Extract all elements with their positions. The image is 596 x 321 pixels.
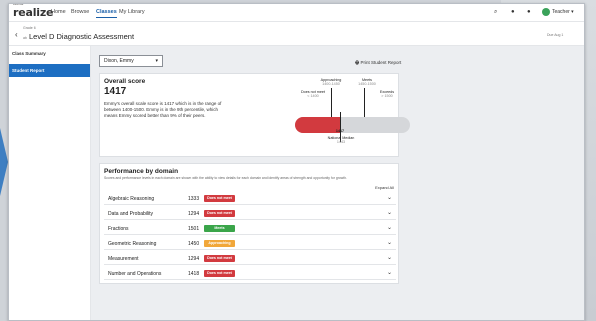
breadcrumb[interactable]: Grade 6 <box>23 26 36 30</box>
chevron-down-icon[interactable]: ⌄ <box>387 269 392 276</box>
status-badge: Meets <box>204 225 235 232</box>
domain-row[interactable]: Algebraic Reasoning 1333 Does not meet ⌄ <box>104 192 396 205</box>
performance-title: Performance by domain <box>104 168 179 175</box>
domain-row[interactable]: Data and Probability 1294 Does not meet … <box>104 207 396 220</box>
expand-all-link[interactable]: Expand All <box>375 185 394 190</box>
notifications-icon[interactable]: ● <box>511 9 515 15</box>
meets-tick <box>364 88 365 117</box>
page-header: ‹ Grade 6 ab Level D Diagnostic Assessme… <box>9 22 584 46</box>
avatar[interactable] <box>542 8 550 16</box>
status-badge: Does not meet <box>204 210 235 217</box>
score-range-bar <box>295 117 410 133</box>
printer-icon: 🖶 <box>355 60 360 65</box>
approaching-label: Approaching 1400-1450 <box>320 78 342 86</box>
nav-my-library[interactable]: My Library <box>119 9 145 15</box>
sidebar-item-student-report[interactable]: Student Report <box>9 64 90 77</box>
overall-score-description: Emmy's overall scale score is 1417 which… <box>104 101 222 118</box>
user-menu[interactable]: Teacher ▾ <box>552 9 574 15</box>
domain-row[interactable]: Fractions 1501 Meets ⌄ <box>104 222 396 235</box>
page-title: ab Level D Diagnostic Assessment <box>23 32 135 41</box>
approaching-tick <box>331 88 332 117</box>
nav-classes[interactable]: Classes <box>96 9 117 18</box>
national-median-label: National Median 1443 <box>327 136 355 144</box>
nav-home[interactable]: Home <box>51 9 66 15</box>
chevron-down-icon[interactable]: ⌄ <box>387 194 392 201</box>
chevron-down-icon[interactable]: ⌄ <box>387 224 392 231</box>
status-badge: Does not meet <box>204 270 235 277</box>
status-badge: Does not meet <box>204 255 235 262</box>
chevron-down-icon[interactable]: ⌄ <box>387 239 392 246</box>
status-badge: Approaching <box>204 240 235 247</box>
slide-arrow-decoration <box>0 128 8 196</box>
sidebar: Class Summary Student Report <box>9 46 91 320</box>
print-student-report-link[interactable]: 🖶 Print Student Report <box>355 59 401 67</box>
student-score-marker-label: 1417 <box>335 129 345 133</box>
meets-label: Meets 1450-1500 <box>358 78 376 86</box>
app-window: savvas realize Home Browse Classes My Li… <box>8 3 585 321</box>
domain-row[interactable]: Number and Operations 1418 Does not meet… <box>104 267 396 280</box>
performance-description: Scores and performance levels in each do… <box>104 176 347 180</box>
savvas-wordmark: savvas <box>13 3 24 6</box>
student-select[interactable]: Dixon, Emmy ▾ <box>99 55 163 67</box>
back-arrow-icon[interactable]: ‹ <box>15 30 18 39</box>
overall-score-value: 1417 <box>104 86 127 97</box>
does-not-meet-label: Does not meet < 1400 <box>301 90 325 98</box>
performance-by-domain-card: Performance by domain Scores and perform… <box>99 163 399 284</box>
search-icon[interactable]: ⌕ <box>494 9 497 16</box>
domain-row[interactable]: Measurement 1294 Does not meet ⌄ <box>104 252 396 265</box>
chevron-down-icon[interactable]: ⌄ <box>387 254 392 261</box>
chevron-down-icon: ▾ <box>155 58 158 64</box>
top-navigation-bar: savvas realize Home Browse Classes My Li… <box>9 4 584 22</box>
main-content: Dixon, Emmy ▾ 🖶 Print Student Report Ove… <box>91 46 584 320</box>
status-badge: Does not meet <box>204 195 235 202</box>
page-title-prefix: ab <box>23 36 27 40</box>
overall-score-title: Overall score <box>104 78 146 85</box>
nav-browse[interactable]: Browse <box>71 9 89 15</box>
exceeds-label: Exceeds > 1500 <box>379 90 395 98</box>
realize-logo[interactable]: savvas realize <box>13 3 54 19</box>
help-icon[interactable]: ● <box>527 9 531 15</box>
due-date: Due Aug 1 <box>547 33 564 37</box>
domain-row[interactable]: Geometric Reasoning 1450 Approaching ⌄ <box>104 237 396 250</box>
sidebar-item-class-summary[interactable]: Class Summary <box>9 47 90 60</box>
overall-score-card: Overall score 1417 Emmy's overall scale … <box>99 73 410 157</box>
chevron-down-icon[interactable]: ⌄ <box>387 209 392 216</box>
